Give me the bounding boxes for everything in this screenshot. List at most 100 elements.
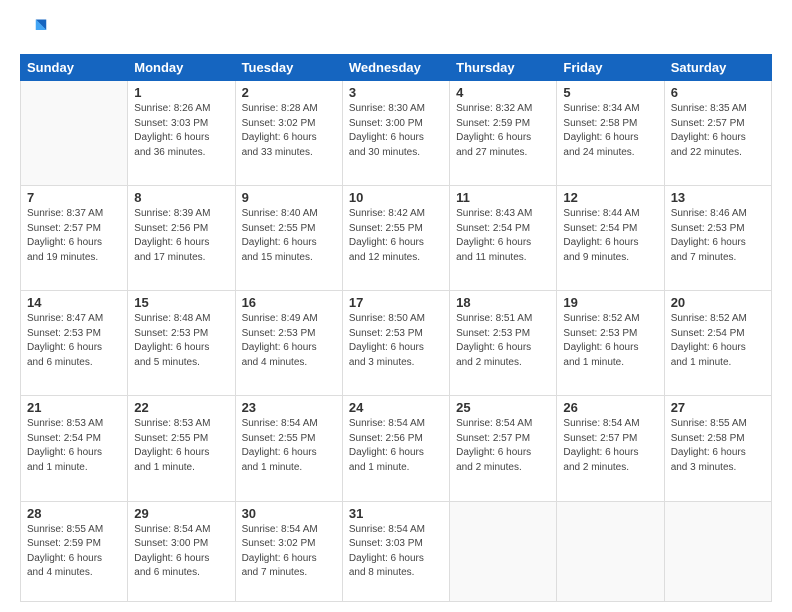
calendar-cell (664, 501, 771, 601)
day-number: 22 (134, 400, 228, 415)
calendar-cell: 4 Sunrise: 8:32 AMSunset: 2:59 PMDaylight… (450, 81, 557, 186)
day-info: Sunrise: 8:52 AMSunset: 2:54 PMDaylight:… (671, 312, 765, 370)
day-number: 26 (563, 400, 657, 415)
day-info: Sunrise: 8:50 AMSunset: 2:53 PMDaylight:… (349, 312, 443, 370)
day-number: 23 (242, 400, 336, 415)
day-number: 4 (456, 85, 550, 100)
day-info: Sunrise: 8:34 AMSunset: 2:58 PMDaylight:… (563, 102, 657, 160)
calendar-cell (450, 501, 557, 601)
day-number: 24 (349, 400, 443, 415)
calendar-cell: 3 Sunrise: 8:30 AMSunset: 3:00 PMDaylight… (342, 81, 449, 186)
calendar-cell: 5 Sunrise: 8:34 AMSunset: 2:58 PMDaylight… (557, 81, 664, 186)
calendar-cell: 29Sunrise: 8:54 AMSunset: 3:00 PMDayligh… (128, 501, 235, 601)
day-info: Sunrise: 8:28 AMSunset: 3:02 PMDaylight:… (242, 102, 336, 160)
calendar-cell: 1 Sunrise: 8:26 AMSunset: 3:03 PMDaylight… (128, 81, 235, 186)
day-number: 14 (27, 295, 121, 310)
page: SundayMondayTuesdayWednesdayThursdayFrid… (0, 0, 792, 612)
weekday-header: Thursday (450, 55, 557, 81)
day-info: Sunrise: 8:44 AMSunset: 2:54 PMDaylight:… (563, 207, 657, 265)
calendar-cell: 24 Sunrise: 8:54 AMSunset: 2:56 PMDayligh… (342, 396, 449, 501)
day-info: Sunrise: 8:47 AMSunset: 2:53 PMDaylight:… (27, 312, 121, 370)
day-info: Sunrise: 8:32 AMSunset: 2:59 PMDaylight:… (456, 102, 550, 160)
day-info: Sunrise: 8:55 AMSunset: 2:58 PMDaylight:… (671, 417, 765, 475)
calendar-cell (557, 501, 664, 601)
calendar-cell: 25 Sunrise: 8:54 AMSunset: 2:57 PMDayligh… (450, 396, 557, 501)
day-number: 13 (671, 190, 765, 205)
day-info: Sunrise: 8:52 AMSunset: 2:53 PMDaylight:… (563, 312, 657, 370)
day-number: 25 (456, 400, 550, 415)
calendar-cell: 16Sunrise: 8:49 AMSunset: 2:53 PMDayligh… (235, 291, 342, 396)
calendar-week-row: 14 Sunrise: 8:47 AMSunset: 2:53 PMDayligh… (21, 291, 772, 396)
day-number: 3 (349, 85, 443, 100)
calendar-cell: 14 Sunrise: 8:47 AMSunset: 2:53 PMDayligh… (21, 291, 128, 396)
calendar-cell: 12Sunrise: 8:44 AMSunset: 2:54 PMDayligh… (557, 186, 664, 291)
day-number: 29 (134, 506, 228, 521)
calendar-cell: 6 Sunrise: 8:35 AMSunset: 2:57 PMDaylight… (664, 81, 771, 186)
calendar-cell: 22 Sunrise: 8:53 AMSunset: 2:55 PMDayligh… (128, 396, 235, 501)
day-number: 16 (242, 295, 336, 310)
calendar-cell: 10 Sunrise: 8:42 AMSunset: 2:55 PMDayligh… (342, 186, 449, 291)
day-info: Sunrise: 8:53 AMSunset: 2:55 PMDaylight:… (134, 417, 228, 475)
day-info: Sunrise: 8:54 AMSunset: 2:55 PMDaylight:… (242, 417, 336, 475)
weekday-header: Sunday (21, 55, 128, 81)
day-info: Sunrise: 8:54 AMSunset: 2:56 PMDaylight:… (349, 417, 443, 475)
weekday-header: Wednesday (342, 55, 449, 81)
day-number: 8 (134, 190, 228, 205)
day-info: Sunrise: 8:39 AMSunset: 2:56 PMDaylight:… (134, 207, 228, 265)
logo-icon (20, 16, 48, 44)
calendar-cell: 13 Sunrise: 8:46 AMSunset: 2:53 PMDayligh… (664, 186, 771, 291)
calendar-cell: 17 Sunrise: 8:50 AMSunset: 2:53 PMDayligh… (342, 291, 449, 396)
day-number: 21 (27, 400, 121, 415)
day-number: 31 (349, 506, 443, 521)
calendar-cell: 28 Sunrise: 8:55 AMSunset: 2:59 PMDayligh… (21, 501, 128, 601)
day-number: 1 (134, 85, 228, 100)
calendar-cell: 2Sunrise: 8:28 AMSunset: 3:02 PMDaylight… (235, 81, 342, 186)
calendar-cell: 23 Sunrise: 8:54 AMSunset: 2:55 PMDayligh… (235, 396, 342, 501)
day-info: Sunrise: 8:35 AMSunset: 2:57 PMDaylight:… (671, 102, 765, 160)
day-number: 10 (349, 190, 443, 205)
calendar-week-row: 21Sunrise: 8:53 AMSunset: 2:54 PMDayligh… (21, 396, 772, 501)
calendar-cell: 26Sunrise: 8:54 AMSunset: 2:57 PMDayligh… (557, 396, 664, 501)
day-info: Sunrise: 8:30 AMSunset: 3:00 PMDaylight:… (349, 102, 443, 160)
calendar-cell (21, 81, 128, 186)
weekday-header: Tuesday (235, 55, 342, 81)
calendar-week-row: 1 Sunrise: 8:26 AMSunset: 3:03 PMDaylight… (21, 81, 772, 186)
day-number: 11 (456, 190, 550, 205)
calendar-week-row: 7 Sunrise: 8:37 AMSunset: 2:57 PMDaylight… (21, 186, 772, 291)
calendar-cell: 9Sunrise: 8:40 AMSunset: 2:55 PMDaylight… (235, 186, 342, 291)
day-number: 7 (27, 190, 121, 205)
calendar-cell: 15Sunrise: 8:48 AMSunset: 2:53 PMDayligh… (128, 291, 235, 396)
day-info: Sunrise: 8:55 AMSunset: 2:59 PMDaylight:… (27, 523, 121, 581)
calendar-cell: 21Sunrise: 8:53 AMSunset: 2:54 PMDayligh… (21, 396, 128, 501)
calendar-cell: 18 Sunrise: 8:51 AMSunset: 2:53 PMDayligh… (450, 291, 557, 396)
day-number: 28 (27, 506, 121, 521)
day-info: Sunrise: 8:40 AMSunset: 2:55 PMDaylight:… (242, 207, 336, 265)
day-number: 17 (349, 295, 443, 310)
calendar-cell: 31 Sunrise: 8:54 AMSunset: 3:03 PMDayligh… (342, 501, 449, 601)
day-number: 20 (671, 295, 765, 310)
weekday-header: Monday (128, 55, 235, 81)
day-info: Sunrise: 8:54 AMSunset: 2:57 PMDaylight:… (456, 417, 550, 475)
weekday-header: Saturday (664, 55, 771, 81)
day-info: Sunrise: 8:51 AMSunset: 2:53 PMDaylight:… (456, 312, 550, 370)
day-info: Sunrise: 8:54 AMSunset: 3:03 PMDaylight:… (349, 523, 443, 581)
day-number: 27 (671, 400, 765, 415)
day-info: Sunrise: 8:46 AMSunset: 2:53 PMDaylight:… (671, 207, 765, 265)
calendar-cell: 30Sunrise: 8:54 AMSunset: 3:02 PMDayligh… (235, 501, 342, 601)
day-info: Sunrise: 8:42 AMSunset: 2:55 PMDaylight:… (349, 207, 443, 265)
day-info: Sunrise: 8:26 AMSunset: 3:03 PMDaylight:… (134, 102, 228, 160)
calendar-cell: 20 Sunrise: 8:52 AMSunset: 2:54 PMDayligh… (664, 291, 771, 396)
day-number: 5 (563, 85, 657, 100)
day-info: Sunrise: 8:43 AMSunset: 2:54 PMDaylight:… (456, 207, 550, 265)
day-info: Sunrise: 8:37 AMSunset: 2:57 PMDaylight:… (27, 207, 121, 265)
calendar-header-row: SundayMondayTuesdayWednesdayThursdayFrid… (21, 55, 772, 81)
calendar-week-row: 28 Sunrise: 8:55 AMSunset: 2:59 PMDayligh… (21, 501, 772, 601)
day-number: 18 (456, 295, 550, 310)
weekday-header: Friday (557, 55, 664, 81)
calendar-cell: 8 Sunrise: 8:39 AMSunset: 2:56 PMDaylight… (128, 186, 235, 291)
calendar-cell: 27 Sunrise: 8:55 AMSunset: 2:58 PMDayligh… (664, 396, 771, 501)
day-number: 15 (134, 295, 228, 310)
day-number: 6 (671, 85, 765, 100)
calendar-cell: 11 Sunrise: 8:43 AMSunset: 2:54 PMDayligh… (450, 186, 557, 291)
day-number: 30 (242, 506, 336, 521)
